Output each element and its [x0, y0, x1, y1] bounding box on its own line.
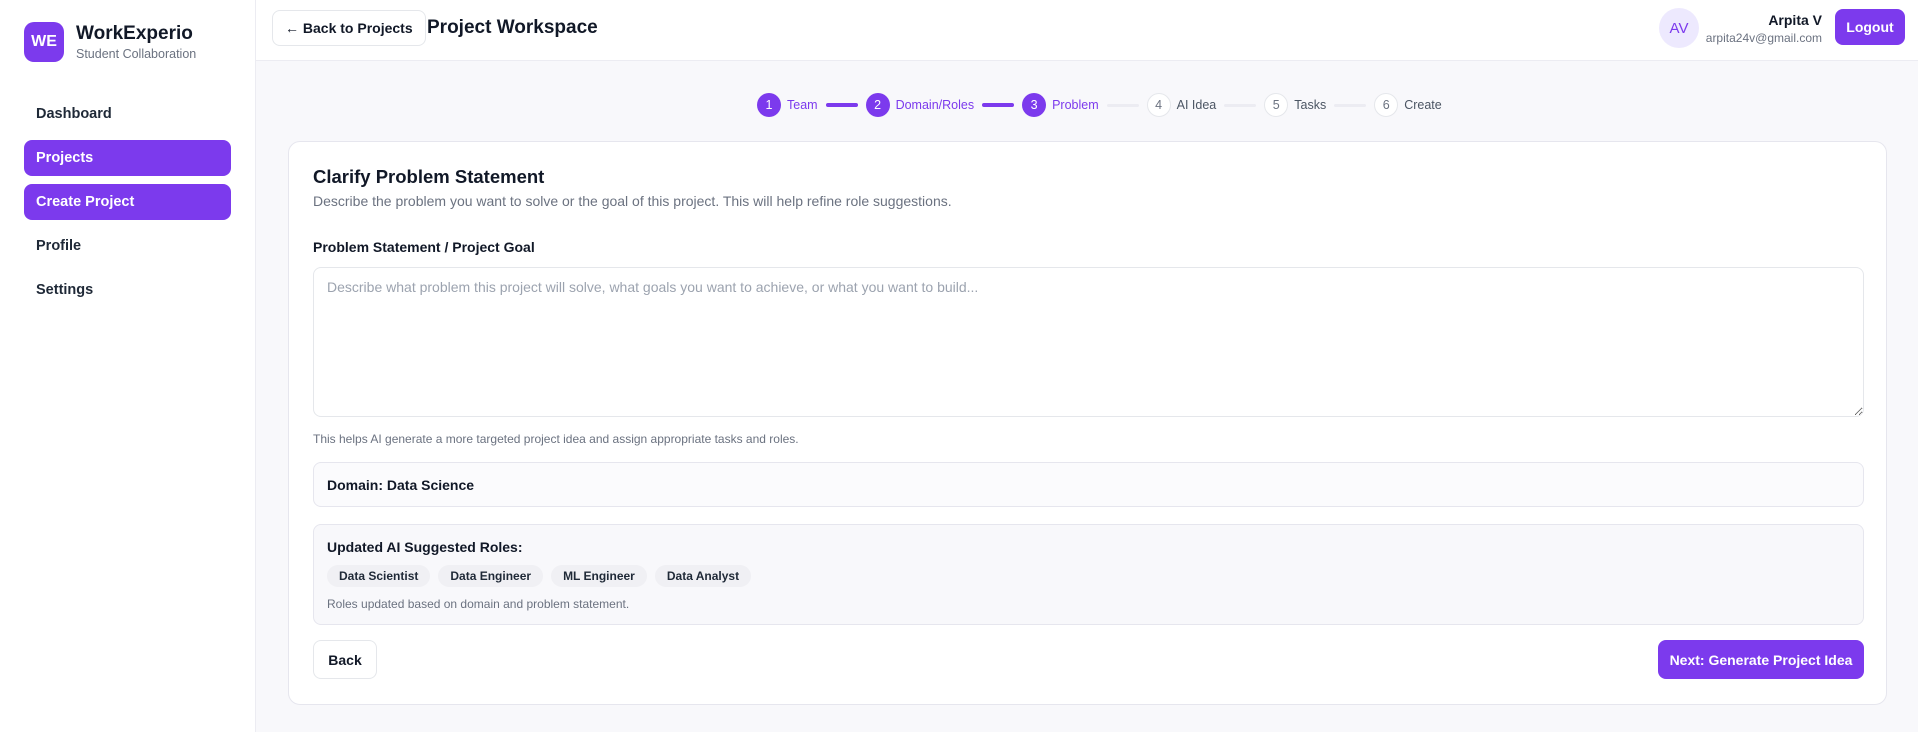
- domain-display: Domain: Data Science: [313, 462, 1864, 507]
- step-ai-idea[interactable]: 4 AI Idea: [1146, 93, 1217, 117]
- step-number: 1: [757, 93, 781, 117]
- brand-logo: WE: [24, 22, 64, 62]
- card-description: Describe the problem you want to solve o…: [313, 193, 952, 209]
- back-button[interactable]: Back: [313, 640, 377, 679]
- step-label: Domain/Roles: [895, 98, 975, 112]
- step-label: Tasks: [1294, 98, 1327, 112]
- brand-subtitle: Student Collaboration: [76, 46, 197, 61]
- problem-statement-input[interactable]: [313, 267, 1864, 417]
- step-domain-roles[interactable]: 2 Domain/Roles: [865, 93, 975, 117]
- suggested-roles-panel: Updated AI Suggested Roles: Data Scienti…: [313, 524, 1864, 625]
- role-chips: Data Scientist Data Engineer ML Engineer…: [327, 565, 759, 587]
- user-name: Arpita V: [1768, 12, 1822, 28]
- user-email: arpita24v@gmail.com: [1705, 31, 1822, 45]
- logout-button[interactable]: Logout: [1835, 9, 1905, 45]
- sidebar-item-profile[interactable]: Profile: [24, 228, 231, 264]
- step-number: 4: [1146, 93, 1171, 117]
- step-connector: [825, 103, 858, 107]
- step-tasks[interactable]: 5 Tasks: [1264, 93, 1326, 117]
- step-label: AI Idea: [1176, 98, 1217, 112]
- role-chip: Data Scientist: [327, 565, 431, 587]
- problem-statement-label: Problem Statement / Project Goal: [313, 239, 535, 255]
- step-number: 3: [1022, 93, 1047, 117]
- step-number: 6: [1374, 93, 1399, 117]
- step-number: 5: [1264, 93, 1289, 117]
- step-label: Team: [787, 98, 818, 112]
- brand-name: WorkExperio: [76, 22, 193, 44]
- sidebar-item-settings[interactable]: Settings: [24, 272, 231, 308]
- next-generate-idea-button[interactable]: Next: Generate Project Idea: [1658, 640, 1864, 679]
- step-team[interactable]: 1 Team: [757, 93, 818, 117]
- user-info: Arpita V arpita24v@gmail.com: [1706, 12, 1822, 46]
- step-connector: [1106, 103, 1139, 107]
- step-connector: [982, 103, 1015, 107]
- step-create[interactable]: 6 Create: [1374, 93, 1442, 117]
- step-connector: [1334, 103, 1367, 107]
- brand: WE WorkExperio Student Collaboration: [24, 22, 196, 62]
- problem-statement-card: Clarify Problem Statement Describe the p…: [288, 141, 1887, 705]
- progress-stepper: 1 Team 2 Domain/Roles 3 Problem 4 AI Ide…: [757, 93, 1442, 117]
- top-header: ← Back to Projects Project Workspace AV …: [256, 0, 1918, 61]
- roles-title: Updated AI Suggested Roles:: [327, 539, 523, 555]
- sidebar: WE WorkExperio Student Collaboration Das…: [0, 0, 256, 732]
- step-label: Problem: [1052, 98, 1099, 112]
- back-to-projects-button[interactable]: ← Back to Projects: [272, 10, 426, 46]
- step-problem[interactable]: 3 Problem: [1022, 93, 1099, 117]
- sidebar-nav: Dashboard Projects Create Project Profil…: [24, 96, 231, 316]
- step-number: 2: [865, 93, 890, 117]
- step-connector: [1224, 103, 1257, 107]
- page-title: Project Workspace: [427, 17, 598, 38]
- sidebar-item-dashboard[interactable]: Dashboard: [24, 96, 231, 132]
- role-chip: ML Engineer: [551, 565, 647, 587]
- brand-text: WorkExperio Student Collaboration: [76, 23, 196, 62]
- helper-text: This helps AI generate a more targeted p…: [313, 432, 799, 446]
- sidebar-item-projects[interactable]: Projects: [24, 140, 231, 176]
- avatar[interactable]: AV: [1659, 8, 1699, 48]
- role-chip: Data Engineer: [438, 565, 544, 587]
- roles-note: Roles updated based on domain and proble…: [327, 597, 630, 611]
- sidebar-item-create-project[interactable]: Create Project: [24, 184, 231, 220]
- step-label: Create: [1404, 98, 1442, 112]
- card-title: Clarify Problem Statement: [313, 166, 545, 187]
- role-chip: Data Analyst: [654, 565, 752, 587]
